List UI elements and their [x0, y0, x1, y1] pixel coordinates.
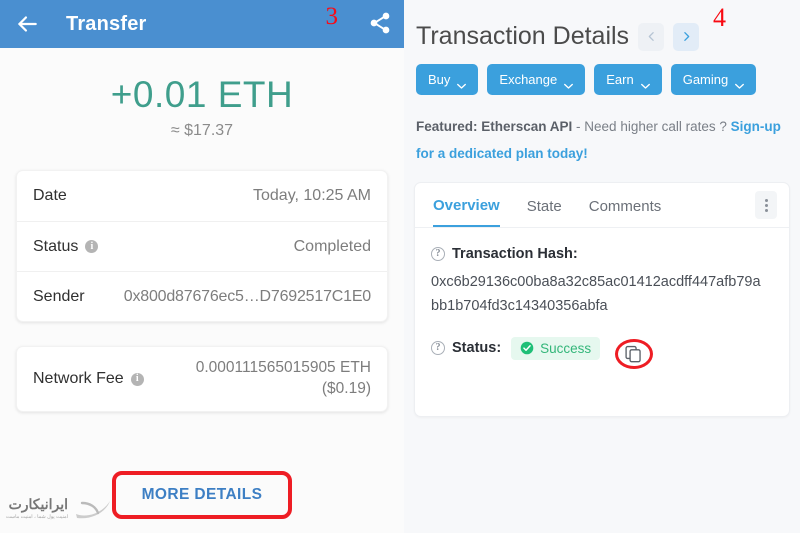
- overview-card: Overview State Comments ? Transaction Ha…: [414, 182, 790, 417]
- transaction-hash-label: ? Transaction Hash:: [431, 246, 775, 262]
- chevron-right-icon[interactable]: [673, 22, 700, 51]
- pill-exchange[interactable]: Exchange: [487, 64, 586, 95]
- watermark-subtitle: امنیت پول شما ، امنیت ماست: [6, 514, 69, 520]
- transaction-hash-label-text: Transaction Hash:: [452, 246, 578, 262]
- transaction-hash-field: ? Transaction Hash: 0xc6b29136c00ba8a32c…: [415, 228, 789, 319]
- tab-bar: Overview State Comments: [415, 183, 789, 228]
- sender-value[interactable]: 0x800d87676ec5…D7692517C1E0: [124, 288, 371, 306]
- status-badge: Success: [511, 336, 601, 360]
- etherscan-page-title: Transaction Details: [416, 22, 630, 50]
- pill-gaming[interactable]: Gaming: [670, 64, 757, 95]
- watermark-title: ایرانیکارت: [8, 496, 69, 512]
- status-label: ? Status:: [431, 340, 501, 356]
- tab-comments[interactable]: Comments: [589, 198, 662, 226]
- transaction-hash-value[interactable]: 0xc6b29136c00ba8a32c85ac01412acdff447afb…: [431, 271, 761, 319]
- network-fee-value: 0.000111565015905 ETH ($0.19): [196, 358, 371, 400]
- chevron-down-icon: [735, 77, 745, 89]
- table-row: Status i Completed: [17, 221, 387, 271]
- share-icon[interactable]: [368, 11, 392, 35]
- amount-fiat-value: ≈ $17.37: [170, 122, 234, 139]
- table-row: Date Today, 10:25 AM: [17, 171, 387, 221]
- more-vertical-icon[interactable]: [755, 191, 777, 219]
- tab-overview[interactable]: Overview: [433, 197, 500, 227]
- network-fee-label-text: Network Fee: [33, 370, 124, 387]
- pill-earn[interactable]: Earn: [594, 64, 662, 95]
- help-icon[interactable]: ?: [431, 341, 445, 356]
- pill-gaming-label: Gaming: [682, 72, 729, 87]
- featured-middle: - Need higher call rates ?: [572, 119, 731, 134]
- watermark-text: ایرانیکارت امنیت پول شما ، امنیت ماست: [6, 496, 68, 520]
- sender-label: Sender: [33, 287, 85, 305]
- arrow-left-icon[interactable]: [14, 11, 40, 37]
- chevron-down-icon: [640, 77, 650, 89]
- date-value: Today, 10:25 AM: [253, 187, 371, 204]
- screenshot-root: Transfer 3 +0.01 ETH ≈ $17.37 Date Today…: [0, 0, 800, 533]
- watermark: ایرانیکارت امنیت پول شما ، امنیت ماست: [6, 493, 116, 523]
- info-icon[interactable]: i: [130, 372, 144, 386]
- status-field: ? Status: Success: [415, 319, 789, 360]
- page-title: Transfer: [66, 12, 147, 35]
- network-fee-label: Network Fee i: [33, 370, 144, 388]
- table-row: Sender 0x800d87676ec5…D7692517C1E0: [17, 271, 387, 321]
- more-details-button[interactable]: MORE DETAILS: [142, 486, 263, 503]
- featured-banner: Featured: Etherscan API - Need higher ca…: [404, 95, 800, 167]
- hash-line-2: b1b704fd3c14340356abfa: [439, 297, 608, 314]
- transaction-details-card: Date Today, 10:25 AM Status i Completed …: [16, 170, 388, 322]
- etherscan-panel: 4 Transaction Details Buy Exchange Earn …: [404, 0, 800, 533]
- copy-icon[interactable]: [624, 344, 643, 364]
- pill-earn-label: Earn: [606, 72, 634, 87]
- amount-value: +0.01 ETH: [110, 74, 294, 115]
- chevron-down-icon: [457, 77, 467, 89]
- amount-summary: +0.01 ETH ≈ $17.37: [0, 48, 404, 140]
- table-row: Network Fee i 0.000111565015905 ETH ($0.…: [17, 347, 387, 411]
- date-label: Date: [33, 187, 67, 204]
- chevron-left-icon[interactable]: [638, 22, 665, 51]
- status-badge-text: Success: [540, 340, 592, 356]
- help-icon[interactable]: ?: [431, 247, 445, 261]
- annotation-marker-3: 3: [325, 3, 339, 30]
- wallet-transfer-panel: Transfer 3 +0.01 ETH ≈ $17.37 Date Today…: [0, 0, 404, 533]
- pill-buy[interactable]: Buy: [416, 64, 479, 95]
- status-label-text: Status:: [452, 340, 502, 357]
- chevron-down-icon: [564, 77, 574, 89]
- status-label: Status i: [33, 237, 99, 256]
- featured-prefix: Featured: Etherscan API: [416, 119, 573, 134]
- watermark-logo-icon: [72, 493, 116, 523]
- network-fee-usd: ($0.19): [321, 380, 371, 397]
- status-label-text: Status: [33, 237, 79, 255]
- network-fee-eth: 0.000111565015905 ETH: [195, 359, 371, 377]
- annotation-marker-4: 4: [713, 3, 726, 32]
- app-bar: Transfer 3: [0, 0, 404, 48]
- status-value: Completed: [293, 237, 371, 255]
- pill-exchange-label: Exchange: [499, 72, 558, 87]
- tab-state[interactable]: State: [527, 198, 562, 226]
- info-icon[interactable]: i: [85, 240, 99, 253]
- highlight-box-more-details: MORE DETAILS: [111, 471, 293, 519]
- category-pill-row: Buy Exchange Earn Gaming: [404, 51, 800, 95]
- check-circle-icon: [520, 341, 534, 355]
- network-fee-card: Network Fee i 0.000111565015905 ETH ($0.…: [16, 346, 388, 412]
- pill-buy-label: Buy: [428, 72, 451, 87]
- transaction-details-header: Transaction Details: [404, 0, 800, 51]
